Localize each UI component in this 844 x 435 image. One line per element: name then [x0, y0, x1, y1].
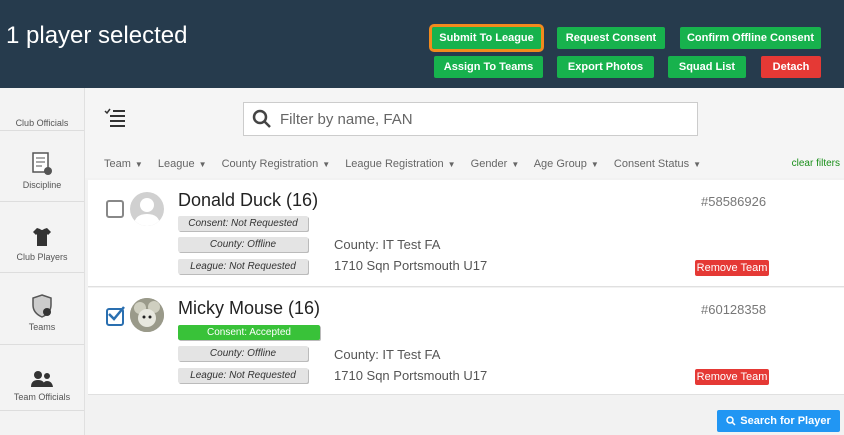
consent-status-badge: Consent: Accepted — [178, 325, 320, 340]
chevron-down-icon: ▼ — [198, 159, 207, 169]
filter-label: County Registration — [221, 158, 319, 170]
sidebar-item-discipline[interactable]: Discipline — [0, 138, 84, 190]
team-detail: 1710 Sqn Portsmouth U17 — [334, 368, 488, 383]
consent-status-badge: Consent: Not Requested — [178, 216, 308, 231]
export-photos-button[interactable]: Export Photos — [557, 56, 654, 78]
sidebar-item-label: Team Officials — [13, 392, 71, 402]
county-detail: County: IT Test FA — [334, 347, 441, 362]
shirt-icon — [33, 228, 51, 246]
player-name[interactable]: Micky Mouse (16) — [178, 298, 320, 319]
assign-to-teams-button[interactable]: Assign To Teams — [434, 56, 543, 78]
sidebar-divider — [0, 201, 84, 202]
sidebar-divider — [0, 130, 84, 131]
sidebar-item-teams[interactable]: Teams — [0, 280, 84, 332]
filter-county-registration[interactable]: County Registration ▼ — [222, 158, 331, 170]
submit-to-league-button[interactable]: Submit To League — [429, 24, 544, 52]
avatar — [130, 298, 164, 332]
sidebar-divider — [0, 410, 84, 411]
sidebar-item-label: Teams — [28, 322, 56, 332]
search-for-player-label: Search for Player — [740, 415, 831, 427]
squad-list-button[interactable]: Squad List — [668, 56, 746, 78]
default-avatar-icon — [134, 198, 160, 226]
sidebar-item-label: Discipline — [22, 180, 62, 190]
county-status-badge: County: Offline — [178, 346, 308, 361]
sidebar-item-team-officials[interactable]: Team Officials — [0, 350, 84, 402]
search-input[interactable]: Filter by name, FAN — [243, 102, 698, 136]
remove-team-button[interactable]: Remove Team — [695, 369, 769, 385]
sidebar-divider — [0, 344, 84, 345]
detach-button[interactable]: Detach — [761, 56, 821, 78]
filter-label: League — [157, 158, 195, 170]
player-card[interactable]: Donald Duck (16) #58586926 Consent: Not … — [88, 180, 844, 287]
filter-label: Team — [104, 158, 131, 170]
county-status-badge: County: Offline — [178, 237, 308, 252]
sidebar-item-label: Club Officials — [15, 118, 69, 128]
county-detail: County: IT Test FA — [334, 237, 441, 252]
player-name[interactable]: Donald Duck (16) — [178, 190, 318, 211]
clear-filters-link[interactable]: clear filters — [792, 158, 840, 169]
list-options-icon[interactable] — [104, 108, 126, 128]
player-fan: #60128358 — [701, 302, 767, 317]
team-detail: 1710 Sqn Portsmouth U17 — [334, 258, 488, 273]
search-for-player-button[interactable]: Search for Player — [717, 410, 840, 432]
league-status-badge: League: Not Requested — [178, 259, 308, 274]
filter-age-group[interactable]: Age Group ▼ — [534, 158, 599, 170]
player-card[interactable]: Micky Mouse (16) #60128358 Consent: Acce… — [88, 288, 844, 395]
team-officials-icon — [31, 371, 53, 387]
filter-gender[interactable]: Gender ▼ — [471, 158, 520, 170]
filter-label: Age Group — [533, 158, 587, 170]
shield-icon — [32, 294, 52, 318]
search-placeholder: Filter by name, FAN — [280, 110, 413, 128]
chevron-down-icon: ▼ — [447, 159, 456, 169]
player-fan: #58586926 — [701, 194, 767, 209]
filter-league-registration[interactable]: League Registration ▼ — [345, 158, 455, 170]
search-icon — [252, 109, 271, 128]
filter-label: Consent Status — [613, 158, 690, 170]
chevron-down-icon: ▼ — [511, 159, 520, 169]
request-consent-button[interactable]: Request Consent — [557, 27, 665, 49]
player-checkbox-checked[interactable] — [106, 306, 125, 326]
filter-label: Gender — [470, 158, 508, 170]
sidebar-item-club-officials[interactable]: Club Officials — [0, 88, 84, 128]
sidebar-divider — [0, 272, 84, 273]
sidebar-item-club-players[interactable]: Club Players — [0, 210, 84, 262]
search-icon — [726, 416, 736, 426]
page-title: 1 player selected — [6, 22, 188, 49]
filter-team[interactable]: Team ▼ — [104, 158, 143, 170]
chevron-down-icon: ▼ — [693, 159, 702, 169]
chevron-down-icon: ▼ — [134, 159, 143, 169]
remove-team-button[interactable]: Remove Team — [695, 260, 769, 276]
league-status-badge: League: Not Requested — [178, 368, 308, 383]
chevron-down-icon: ▼ — [322, 159, 331, 169]
selection-header: 1 player selected Submit To League Reque… — [0, 0, 844, 88]
player-checkbox[interactable] — [106, 200, 124, 218]
player-photo — [130, 298, 164, 332]
filter-bar: Team ▼ League ▼ County Registration ▼ Leagu… — [104, 158, 713, 172]
discipline-icon — [32, 152, 52, 175]
chevron-down-icon: ▼ — [590, 159, 599, 169]
sidebar-item-label: Club Players — [16, 252, 68, 262]
avatar — [130, 192, 164, 226]
confirm-offline-consent-button[interactable]: Confirm Offline Consent — [680, 27, 821, 49]
checkmark-icon — [108, 306, 125, 321]
filter-consent-status[interactable]: Consent Status ▼ — [614, 158, 701, 170]
filter-league[interactable]: League ▼ — [158, 158, 207, 170]
filter-label: League Registration — [345, 158, 444, 170]
